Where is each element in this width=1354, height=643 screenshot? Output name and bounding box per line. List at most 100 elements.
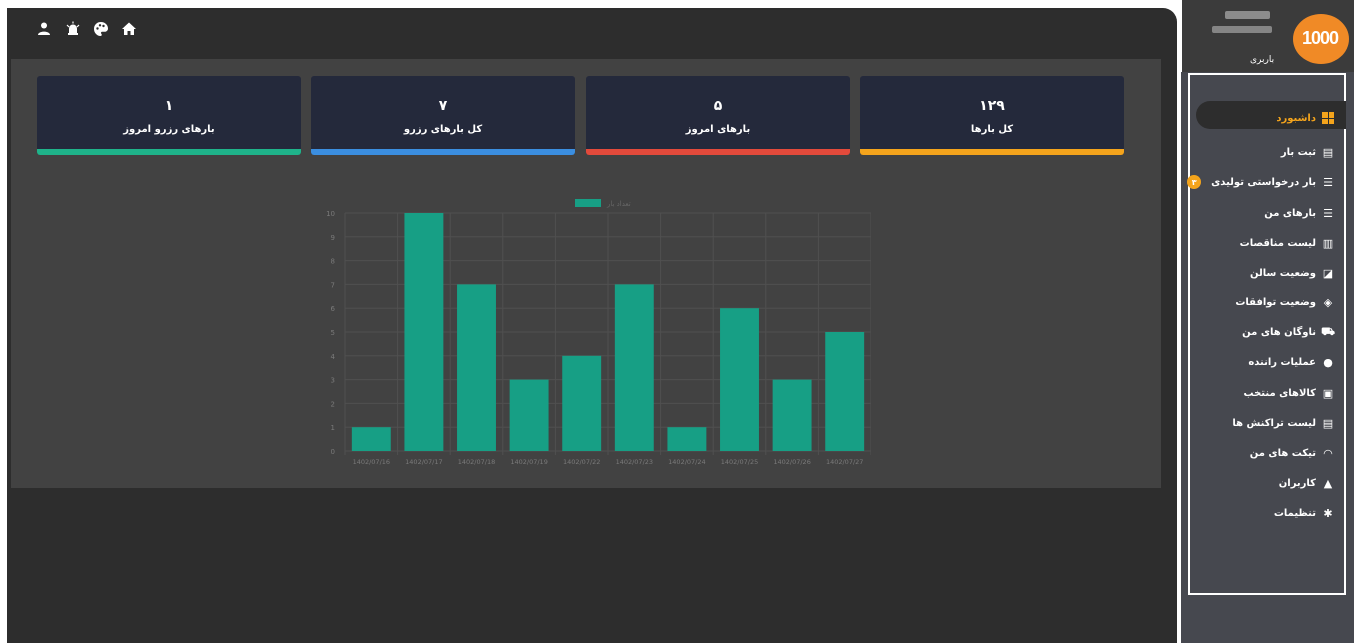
x-tick-label: 1402/07/27 <box>826 458 863 466</box>
sidebar-item-label: تنظیمات <box>1273 507 1316 519</box>
sidebar-item-label: وضعیت سالن <box>1249 267 1316 279</box>
sidebar-item-label: کالاهای منتخب <box>1243 387 1317 399</box>
brand-logo[interactable]: 1000 <box>1293 14 1349 64</box>
handshake-icon: ◈ <box>1323 295 1333 309</box>
sidebar-item-0[interactable]: داشبورد <box>1276 108 1334 128</box>
y-tick-label: 6 <box>331 305 336 313</box>
chart-bar <box>825 332 865 451</box>
list-icon: ☰ <box>1323 175 1333 189</box>
sidebar-item-label: عملیات راننده <box>1248 356 1316 368</box>
stat-value: ۱۲۹ <box>979 98 1005 114</box>
sidebar-item-1[interactable]: ▤ ثبت بار <box>1281 142 1334 162</box>
stat-label: کل بارها <box>970 124 1014 135</box>
sidebar-item-label: وضعیت توافقات <box>1235 296 1316 308</box>
stat-card-today-loads[interactable]: ۵ بارهای امروز <box>586 76 850 155</box>
x-tick-label: 1402/07/23 <box>616 458 653 466</box>
sidebar-item-11[interactable]: ◠ تیکت های من <box>1250 443 1334 463</box>
chart-bar <box>351 427 391 451</box>
sidebar-item-7[interactable]: ⛟ ناوگان های من <box>1242 322 1335 342</box>
sidebar-item-3[interactable]: ☰ بارهای من <box>1264 203 1334 223</box>
y-tick-label: 10 <box>326 210 335 218</box>
stat-card-total-reserved[interactable]: ۷ کل بارهای رزرو <box>311 76 575 155</box>
chart-bar <box>667 427 707 451</box>
legend-label: تعداد بار <box>606 200 631 208</box>
sidebar-item-9[interactable]: ▣ کالاهای منتخب <box>1244 383 1335 403</box>
sidebar-item-8[interactable]: ● عملیات راننده <box>1248 352 1334 372</box>
chart-bar <box>404 213 444 451</box>
sidebar-item-4[interactable]: ▥ لیست مناقصات <box>1240 233 1334 253</box>
x-tick-label: 1402/07/24 <box>668 458 705 466</box>
user-icon: ▲ <box>1323 476 1333 490</box>
y-tick-label: 2 <box>331 400 335 408</box>
stat-card-today-reserved[interactable]: ۱ بارهای رزرو امروز <box>37 76 301 155</box>
stat-label: بارهای امروز <box>685 124 751 135</box>
legend-swatch <box>575 199 601 207</box>
y-tick-label: 5 <box>331 329 335 337</box>
chart-svg: تعداد بار 0 1 2 3 4 5 6 7 8 9 10 1402/07/16 1402/07/1… <box>326 199 871 466</box>
sidebar-item-label: بار درخواستی تولیدی <box>1211 176 1316 188</box>
stat-value: ۵ <box>713 98 723 114</box>
receipt-icon: ▤ <box>1322 416 1334 430</box>
sidebar-item-12[interactable]: ▲ کاربران <box>1279 473 1334 493</box>
clipboard-icon: ▥ <box>1322 236 1334 250</box>
stat-label: بارهای رزرو امروز <box>123 124 215 135</box>
stat-accent-bar <box>311 149 575 155</box>
support-icon: ◠ <box>1323 446 1333 460</box>
top-toolbar <box>7 8 1177 56</box>
sidebar-item-label: ناوگان های من <box>1242 326 1316 338</box>
add-post-icon: ▤ <box>1322 145 1334 159</box>
sidebar-item-label: تیکت های من <box>1249 447 1316 459</box>
stat-accent-bar <box>37 149 301 155</box>
sidebar-item-label: داشبورد <box>1276 112 1316 124</box>
app-root: ۱۲۹ کل بارها ۵ بارهای امروز ۷ کل بارهای … <box>0 0 1354 643</box>
sidebar-item-label: ثبت بار <box>1280 146 1316 158</box>
chart-bar <box>509 379 549 451</box>
list-icon: ☰ <box>1323 206 1333 220</box>
user-icon[interactable] <box>37 21 51 37</box>
y-tick-label: 0 <box>331 448 335 456</box>
username-blurred <box>1225 11 1270 19</box>
chart-bar <box>457 284 496 451</box>
alarm-icon[interactable] <box>65 21 80 37</box>
logo-text: 1000 <box>1302 28 1339 48</box>
chart-bar <box>562 355 602 451</box>
sidebar-item-label: بارهای من <box>1264 207 1316 219</box>
dashboard-icon <box>1322 112 1334 124</box>
sidebar-item-label: کاربران <box>1278 477 1316 489</box>
sidebar-item-label: لیست تراکنش ها <box>1232 417 1316 429</box>
sidebar-item-label: لیست مناقصات <box>1239 237 1316 249</box>
x-tick-label: 1402/07/18 <box>458 458 495 466</box>
loads-bar-chart: تعداد بار 0 1 2 3 4 5 6 7 8 9 10 1402/07/16 1402/07/1… <box>311 197 871 487</box>
stat-value: ۱ <box>164 98 174 114</box>
stat-cards: ۱۲۹ کل بارها ۵ بارهای امروز ۷ کل بارهای … <box>37 76 1127 156</box>
x-tick-label: 1402/07/17 <box>405 458 442 466</box>
stat-card-total-loads[interactable]: ۱۲۹ کل بارها <box>860 76 1124 155</box>
chart-bar <box>720 308 759 451</box>
palette-icon[interactable] <box>93 21 108 37</box>
sidebar-item-2[interactable]: ☰ بار درخواستی تولیدی ۳ <box>1187 172 1334 192</box>
sidebar-item-10[interactable]: ▤ لیست تراکنش ها <box>1232 413 1334 433</box>
clipboard-time-icon: ◪ <box>1322 266 1334 280</box>
y-tick-label: 7 <box>331 281 335 289</box>
stat-label: کل بارهای رزرو <box>403 124 483 135</box>
sidebar-item-6[interactable]: ◈ وضعیت توافقات <box>1235 292 1334 312</box>
x-tick-label: 1402/07/22 <box>563 458 600 466</box>
y-tick-label: 3 <box>331 377 335 385</box>
notification-badge: ۳ <box>1187 175 1202 189</box>
dashboard-content: ۱۲۹ کل بارها ۵ بارهای امروز ۷ کل بارهای … <box>11 59 1161 488</box>
sidebar-item-5[interactable]: ◪ وضعیت سالن <box>1250 263 1334 283</box>
stat-value: ۷ <box>438 98 448 114</box>
file-check-icon: ▣ <box>1322 386 1334 400</box>
chart-bar <box>772 379 812 451</box>
x-tick-label: 1402/07/19 <box>510 458 547 466</box>
sidebar-item-13[interactable]: ✱ تنظیمات <box>1274 503 1334 523</box>
chart-bar <box>614 284 654 451</box>
y-tick-label: 4 <box>331 353 336 361</box>
x-tick-label: 1402/07/26 <box>773 458 810 466</box>
y-tick-label: 1 <box>331 424 335 432</box>
home-icon[interactable] <box>121 21 136 37</box>
x-tick-label: 1402/07/16 <box>353 458 390 466</box>
stat-accent-bar <box>586 149 850 155</box>
stat-accent-bar <box>860 149 1124 155</box>
y-tick-label: 9 <box>331 234 335 242</box>
